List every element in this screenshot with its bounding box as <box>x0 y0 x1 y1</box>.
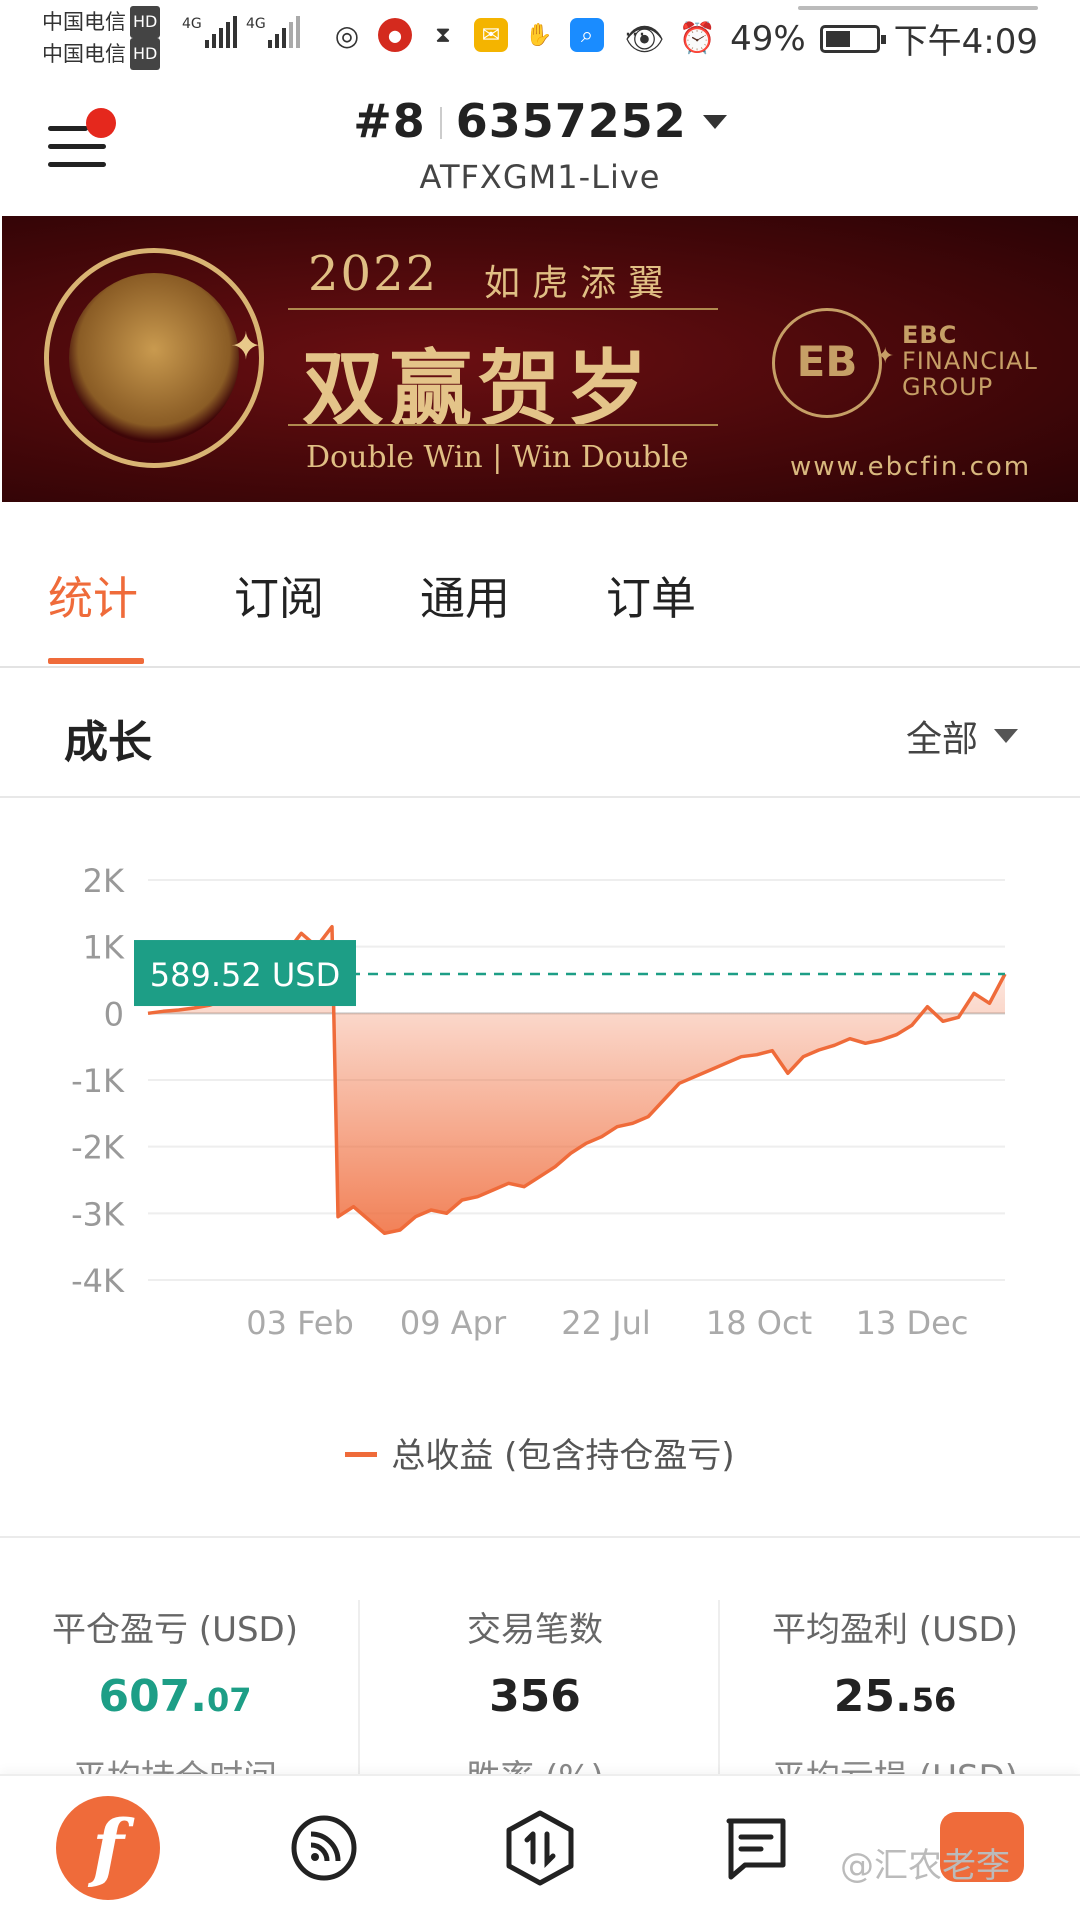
stat-label: 交易笔数 <box>467 1610 603 1650</box>
y-tick-label: -3K <box>71 1195 125 1233</box>
caret-down-icon <box>702 115 727 129</box>
banner-rule-bottom <box>288 424 718 426</box>
mail-icon: ✉ <box>474 18 508 52</box>
range-value: 全部 <box>905 719 978 760</box>
hd-badge-2: HD <box>130 38 161 70</box>
value-dec: 56 <box>911 1681 957 1719</box>
y-tick-label: -2K <box>71 1129 125 1167</box>
banner-rule-top <box>288 308 718 310</box>
x-tick-label: 22 Jul <box>561 1304 651 1342</box>
growth-header: 成长 全部 <box>0 670 1080 798</box>
status-right: 👁 ⏰ 49% 下午4:09 <box>624 14 1038 63</box>
banner-url: www.ebcfin.com <box>790 452 1032 482</box>
brand-line-2: FINANCIAL <box>902 347 1038 375</box>
y-tick-label: -1K <box>71 1062 125 1100</box>
eye-icon: 👁 <box>624 19 665 58</box>
banner-year: 2022 <box>308 246 439 302</box>
hd-badge-1: HD <box>130 6 161 38</box>
range-dropdown[interactable]: 全部 <box>906 710 1018 762</box>
promo-banner[interactable]: ✦ 2022 如虎添翼 双赢贺岁 Double Win | Win Double… <box>2 216 1078 502</box>
sparkle-small-icon: ✦ <box>876 344 895 369</box>
stats-panel: 平仓盈亏 (USD) 607.07 平均持仓时间 交易笔数 356 胜率 (%)… <box>0 1540 1080 1798</box>
account-selector[interactable]: #8 6357252 <box>0 94 1080 148</box>
y-tick-label: -4K <box>71 1262 125 1300</box>
app-root: 中国电信 HD 中国电信 HD 4G 4G ◎ ● ⧗ ✉ ✋ ⌕ ··· 👁 ⏰ … <box>0 0 1080 1920</box>
tab-bar: 统计 订阅 通用 订单 <box>0 502 1080 668</box>
network-type-2: 4G <box>246 16 266 32</box>
value-int: 607. <box>98 1671 208 1722</box>
value-int: 25. <box>833 1671 912 1722</box>
search-app-icon: ⌕ <box>570 18 604 52</box>
nav-home-icon[interactable]: f <box>56 1796 160 1900</box>
stat-value: 356 <box>489 1671 581 1722</box>
chart-legend: 总收益 (包含持仓盈亏) <box>0 1428 1080 1477</box>
banner-motto: 如虎添翼 <box>484 263 677 304</box>
nav-feed-icon[interactable] <box>272 1796 376 1900</box>
y-tick-label: 1K <box>83 929 125 967</box>
stat-value: 25.56 <box>720 1671 1070 1722</box>
stat-trades: 交易笔数 356 胜率 (%) <box>360 1602 710 1798</box>
tab-subscribe[interactable]: 订阅 <box>234 562 324 627</box>
current-value-label: 589.52 USD <box>150 956 341 994</box>
banner-subtitle: Double Win | Win Double <box>306 440 689 475</box>
nav-message-icon[interactable] <box>704 1796 808 1900</box>
carrier-info: 中国电信 HD 中国电信 HD <box>42 6 161 70</box>
divider <box>439 107 442 139</box>
tab-active-indicator <box>48 658 144 664</box>
brand-line-3: GROUP <box>902 373 994 401</box>
hotspot-icon: ◎ <box>334 18 360 52</box>
x-tick-label: 18 Oct <box>706 1304 812 1342</box>
x-tick-label: 09 Apr <box>400 1304 507 1342</box>
divider <box>0 1536 1080 1538</box>
account-rank: #8 <box>353 94 426 148</box>
stat-value: 607.07 <box>0 1671 350 1722</box>
section-title: 成长 <box>64 717 152 768</box>
signal-1-icon <box>205 14 237 48</box>
top-indicator <box>798 6 1038 10</box>
status-bar: 中国电信 HD 中国电信 HD 4G 4G ◎ ● ⧗ ✉ ✋ ⌕ ··· 👁 ⏰ … <box>0 0 1080 76</box>
app-red-icon: ● <box>378 18 412 52</box>
ebc-brand: EBC FINANCIAL GROUP <box>902 322 1038 400</box>
brand-line-1: EBC <box>902 321 958 349</box>
hand-icon: ✋ <box>525 22 553 48</box>
battery-percent: 49% <box>730 18 806 59</box>
signal-2-icon <box>268 14 300 48</box>
account-server: ATFXGM1-Live <box>419 158 661 196</box>
nav-trade-icon[interactable] <box>488 1796 592 1900</box>
network-type-1: 4G <box>182 16 202 32</box>
carrier-2: 中国电信 <box>42 42 126 66</box>
sparkle-icon: ✦ <box>230 324 262 368</box>
stat-label: 平均盈利 (USD) <box>772 1610 1018 1650</box>
stat-label: 平仓盈亏 (USD) <box>52 1610 298 1650</box>
chart-svg: 2K 1K 0 -1K -2K -3K -4K 03 Feb 09 Apr 22 Jul 18 Oc… <box>71 862 1007 1342</box>
legend-swatch <box>345 1452 378 1457</box>
y-tick-label: 2K <box>83 862 125 900</box>
bottom-nav: f @汇农老李 <box>0 1774 1080 1920</box>
hourglass-icon: ⧗ <box>435 22 451 48</box>
legend-label: 总收益 (包含持仓盈亏) <box>391 1436 735 1476</box>
alarm-icon: ⏰ <box>678 21 717 56</box>
battery-icon <box>819 24 886 53</box>
notification-icons: ◎ ● ⧗ ✉ ✋ ⌕ ··· <box>330 18 652 52</box>
value-dec: 07 <box>207 1681 252 1719</box>
caret-down-icon <box>994 729 1018 743</box>
tab-orders[interactable]: 订单 <box>606 562 696 627</box>
x-tick-label: 13 Dec <box>856 1304 969 1342</box>
tab-statistics[interactable]: 统计 <box>48 562 138 627</box>
app-header: #8 6357252 ATFXGM1-Live <box>0 80 1080 215</box>
stat-avg-profit: 平均盈利 (USD) 25.56 平均亏损 (USD) <box>720 1602 1070 1798</box>
x-tick-label: 03 Feb <box>246 1304 354 1342</box>
ebc-logo-icon: EB <box>772 308 882 418</box>
account-id: 6357252 <box>455 94 687 148</box>
y-tick-label: 0 <box>104 995 124 1033</box>
clock: 下午4:09 <box>893 22 1038 62</box>
carrier-1: 中国电信 <box>42 10 126 34</box>
tab-general[interactable]: 通用 <box>420 562 510 627</box>
growth-chart: 2K 1K 0 -1K -2K -3K -4K 03 Feb 09 Apr 22 Jul 18 Oc… <box>0 800 1080 1540</box>
stat-closed-pnl: 平仓盈亏 (USD) 607.07 平均持仓时间 <box>0 1602 350 1798</box>
watermark: @汇农老李 <box>840 1846 1010 1886</box>
